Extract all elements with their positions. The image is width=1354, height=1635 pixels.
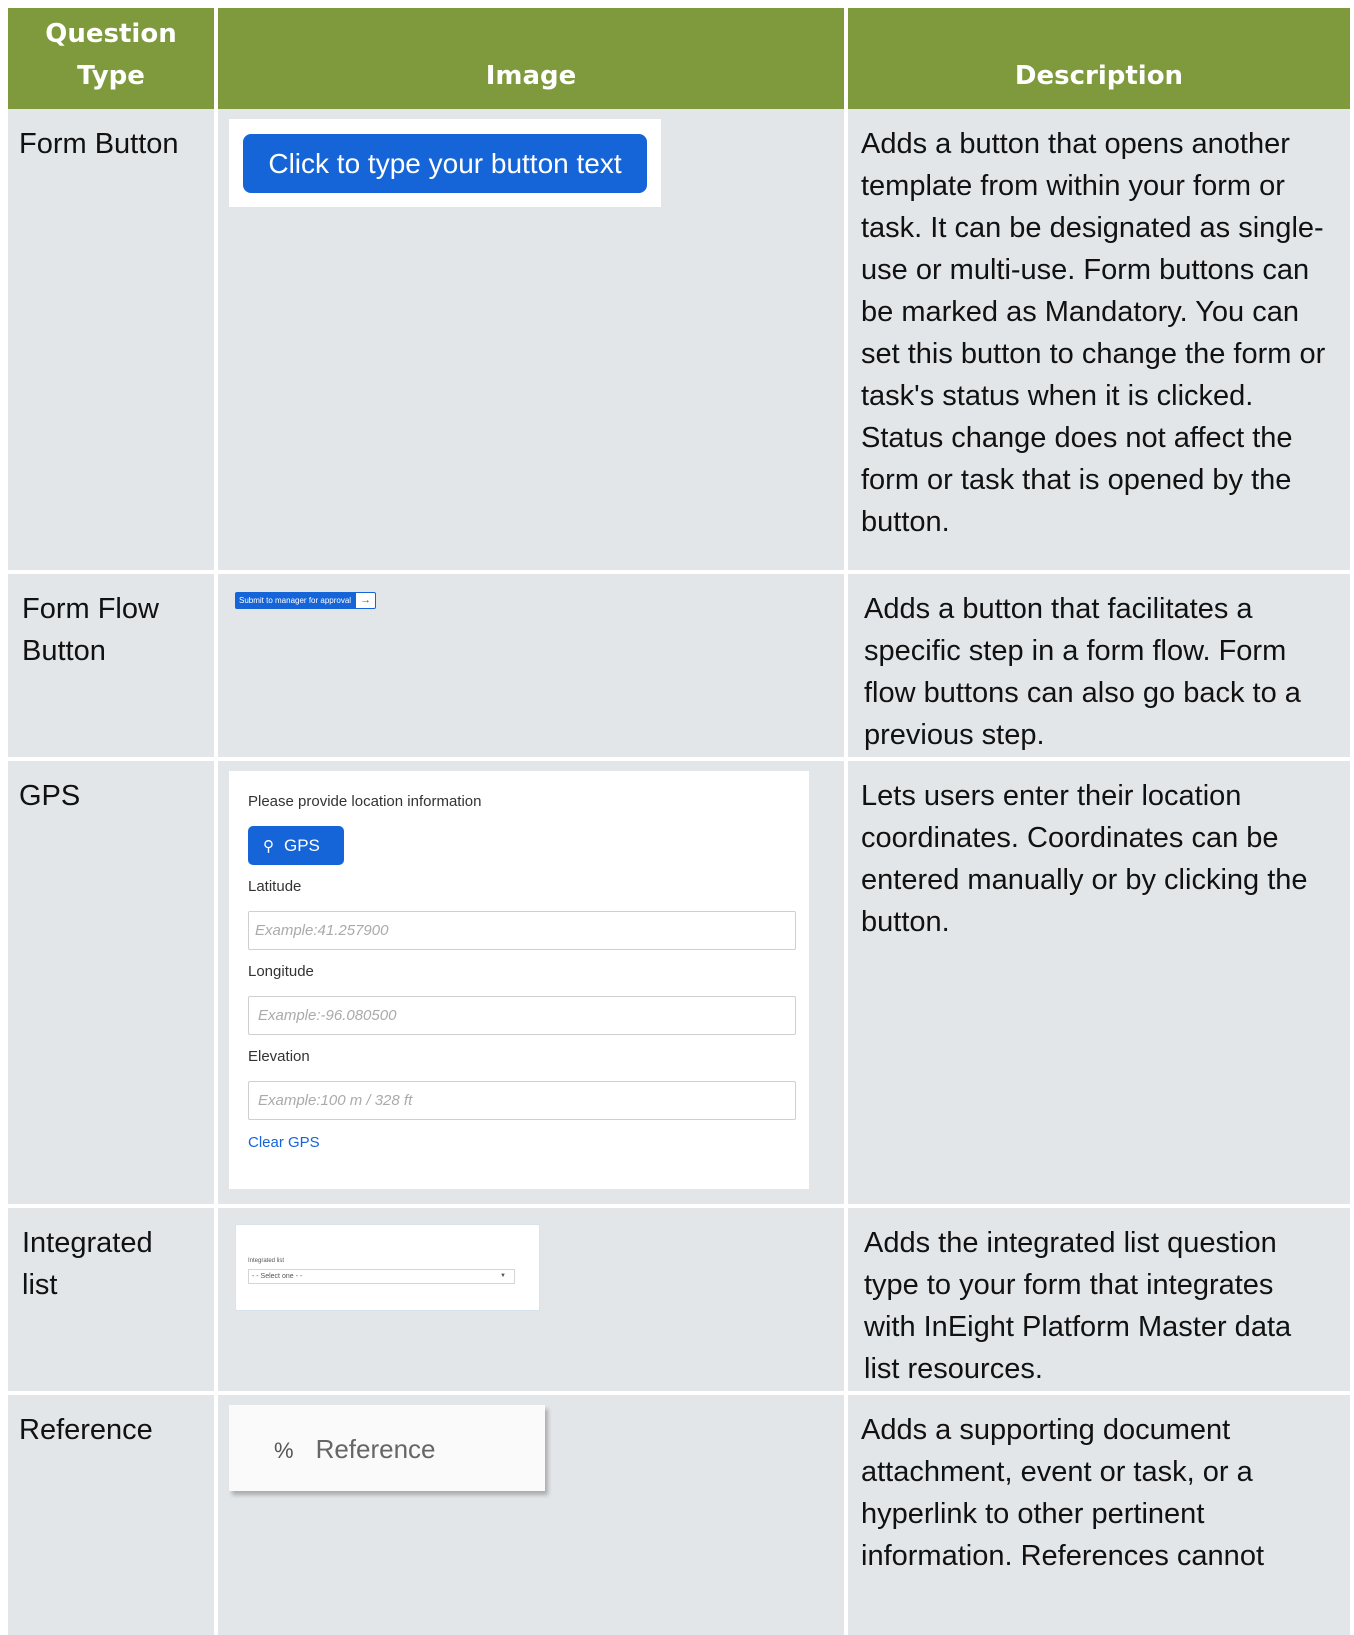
latitude-label: Latitude xyxy=(248,878,302,895)
description-cell: Adds a button that facilitates a specifi… xyxy=(848,574,1350,757)
submit-for-approval-button[interactable]: Submit to manager for approval xyxy=(235,592,356,609)
form-button-preview: Click to type your button text xyxy=(229,119,661,207)
header-description: Description xyxy=(848,8,1350,109)
image-cell: % Reference xyxy=(218,1395,844,1635)
question-type-cell: Reference xyxy=(8,1395,214,1635)
link-icon: % xyxy=(274,1438,294,1463)
description-cell: Lets users enter their location coordina… xyxy=(848,761,1350,1204)
gps-button[interactable]: ⚲ GPS xyxy=(248,826,344,865)
integrated-list-label: Integrated list xyxy=(248,1258,285,1264)
header-image: Image xyxy=(218,8,844,109)
header-row: Question Type Image Description xyxy=(8,8,1350,109)
question-types-table: Question Type Image Description Form But… xyxy=(4,8,1354,1635)
reference-label: Reference xyxy=(315,1434,436,1464)
description-cell: Adds a supporting document attachment, e… xyxy=(848,1395,1350,1635)
table-row: Integrated list Integrated list - - Sele… xyxy=(8,1208,1350,1391)
gps-button-label: GPS xyxy=(284,836,320,855)
image-cell: Click to type your button text xyxy=(218,109,844,570)
gps-prompt: Please provide location information xyxy=(248,793,482,810)
description-cell: Adds a button that opens another templat… xyxy=(848,109,1350,570)
question-type-cell: GPS xyxy=(8,761,214,1204)
table-row: Form Button Click to type your button te… xyxy=(8,109,1350,570)
question-type-cell: Form Flow Button xyxy=(8,574,214,757)
table-row: GPS Please provide location information … xyxy=(8,761,1350,1204)
image-cell: Submit to manager for approval → xyxy=(218,574,844,757)
clear-gps-link[interactable]: Clear GPS xyxy=(248,1134,790,1152)
table-row: Reference % Reference Adds a supporting d… xyxy=(8,1395,1350,1635)
longitude-input[interactable]: Example:-96.080500 xyxy=(248,996,796,1035)
latitude-input[interactable]: Example:41.257900 xyxy=(248,911,796,950)
location-pin-icon: ⚲ xyxy=(263,838,274,855)
select-value: - - Select one - - xyxy=(252,1273,303,1280)
image-cell: Please provide location information ⚲ GPS… xyxy=(218,761,844,1204)
integrated-list-select[interactable]: - - Select one - - ▼ xyxy=(248,1269,515,1284)
header-question-type: Question Type xyxy=(8,8,214,109)
elevation-label: Elevation xyxy=(248,1048,310,1065)
table-row: Form Flow Button Submit to manager for a… xyxy=(8,574,1350,757)
gps-preview: Please provide location information ⚲ GPS… xyxy=(229,771,809,1189)
question-type-cell: Integrated list xyxy=(8,1208,214,1391)
longitude-label: Longitude xyxy=(248,963,314,980)
image-cell: Integrated list - - Select one - - ▼ xyxy=(218,1208,844,1391)
form-button-sample[interactable]: Click to type your button text xyxy=(243,134,647,193)
description-cell: Adds the integrated list question type t… xyxy=(848,1208,1350,1391)
caret-down-icon: ▼ xyxy=(500,1273,506,1279)
reference-button-preview[interactable]: % Reference xyxy=(229,1405,545,1491)
integrated-list-preview: Integrated list - - Select one - - ▼ xyxy=(235,1224,540,1311)
arrow-right-icon[interactable]: → xyxy=(355,592,377,609)
elevation-input[interactable]: Example:100 m / 328 ft xyxy=(248,1081,796,1120)
form-flow-button-preview: Submit to manager for approval → xyxy=(235,592,844,609)
question-type-cell: Form Button xyxy=(8,109,214,570)
